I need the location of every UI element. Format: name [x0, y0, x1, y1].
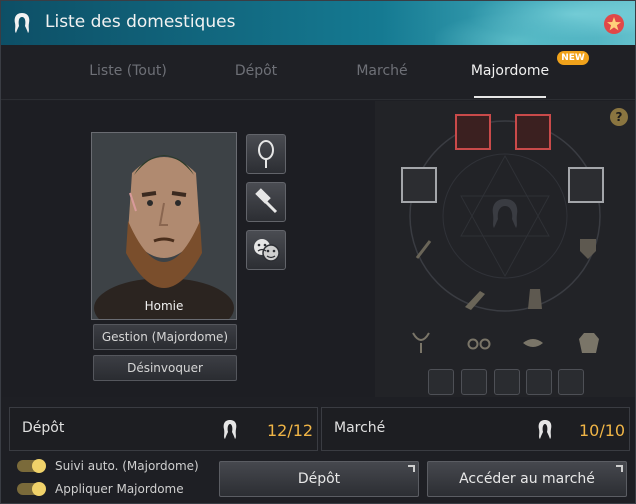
- equip-slot-4[interactable]: [568, 167, 604, 203]
- market-count: 10/10: [579, 421, 626, 440]
- ear-button[interactable]: [428, 369, 454, 395]
- tab-butler[interactable]: Majordome: [467, 63, 553, 79]
- manage-butler-button[interactable]: Gestion (Majordome): [93, 324, 237, 350]
- window-title: Liste des domestiques: [45, 12, 236, 32]
- tab-storage[interactable]: Dépôt: [227, 63, 285, 79]
- hammer-button[interactable]: [246, 182, 286, 222]
- portrait-image: [92, 133, 236, 319]
- mirror-icon: [258, 140, 274, 168]
- character-name: Homie: [144, 299, 184, 313]
- external-corner-icon: [408, 465, 415, 472]
- mirror-button[interactable]: [246, 134, 286, 174]
- hammer-icon: [255, 188, 278, 214]
- auto-follow-label: Suivi auto. (Majordome): [55, 459, 199, 473]
- external-corner-icon: [616, 465, 623, 472]
- servant-icon: [223, 420, 237, 439]
- storage-count: 12/12: [267, 421, 314, 440]
- market-access-button[interactable]: Accéder au marché: [427, 461, 627, 497]
- market-button-label: Accéder au marché: [459, 471, 595, 487]
- servant-icon: [14, 13, 30, 33]
- hair-button[interactable]: [461, 369, 487, 395]
- tab-bar: Liste (Tout) Dépôt Marché Majordome: [1, 45, 635, 100]
- close-star-icon[interactable]: [603, 13, 625, 35]
- head-button[interactable]: [526, 369, 552, 395]
- hairstyle-button[interactable]: [494, 369, 520, 395]
- storage-button[interactable]: Dépôt: [219, 461, 419, 497]
- new-badge: NEW: [557, 51, 589, 65]
- lips-icon[interactable]: [521, 335, 545, 351]
- tab-list-all[interactable]: Liste (Tout): [85, 63, 171, 79]
- necklace-icon[interactable]: [410, 331, 432, 355]
- help-icon[interactable]: ?: [610, 108, 628, 126]
- window: Liste des domestiques Liste (Tout) Dépôt…: [0, 0, 636, 504]
- equip-slot-1[interactable]: [455, 114, 491, 150]
- tab-market[interactable]: Marché: [351, 63, 413, 79]
- shield-button[interactable]: [558, 369, 584, 395]
- equip-slot-2[interactable]: [515, 114, 551, 150]
- emotion-button[interactable]: [246, 230, 286, 270]
- equip-slot-3[interactable]: [401, 167, 437, 203]
- glasses-icon[interactable]: [467, 337, 491, 351]
- titlebar[interactable]: Liste des domestiques: [1, 1, 635, 45]
- character-portrait: Homie: [91, 132, 237, 320]
- market-label: Marché: [334, 420, 386, 436]
- servant-icon: [538, 420, 552, 439]
- apply-butler-label: Appliquer Majordome: [55, 482, 184, 496]
- storage-button-label: Dépôt: [297, 471, 341, 487]
- storage-box: Dépôt 12/12: [9, 407, 318, 451]
- auto-follow-toggle[interactable]: [17, 459, 46, 473]
- apply-butler-toggle[interactable]: [17, 482, 46, 496]
- unsummon-button[interactable]: Désinvoquer: [93, 355, 237, 381]
- storage-label: Dépôt: [22, 420, 65, 436]
- masks-icon: [254, 239, 280, 262]
- active-tab-underline: [474, 96, 546, 98]
- market-box: Marché 10/10: [321, 407, 630, 451]
- coat-icon[interactable]: [577, 331, 601, 355]
